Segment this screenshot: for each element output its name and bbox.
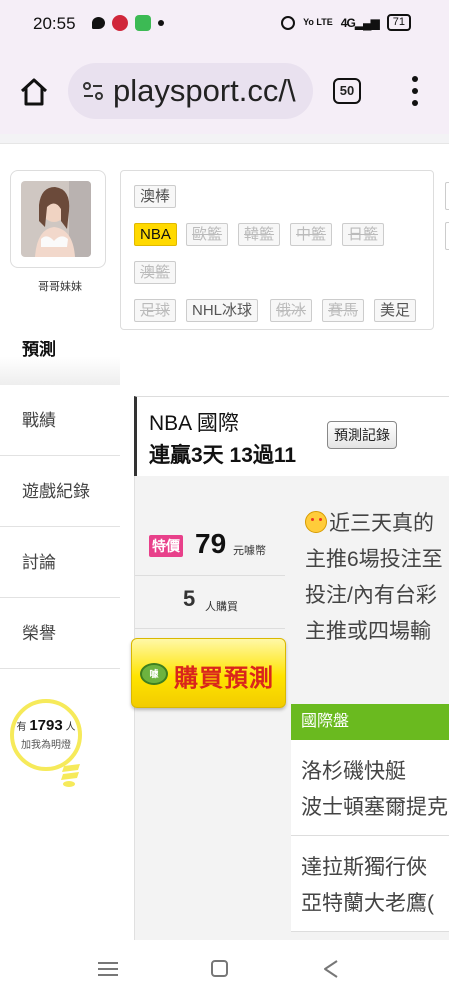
tab-switcher-button[interactable]: 50 bbox=[333, 78, 361, 104]
home-icon[interactable] bbox=[18, 76, 50, 108]
category-chip: 俄冰 bbox=[270, 299, 313, 322]
away-team: 波士頓塞爾提克 bbox=[301, 796, 448, 819]
description-line: 主推或四場輸 bbox=[305, 620, 431, 643]
browser-toolbar: playsport.cc/\ 50 bbox=[0, 50, 449, 134]
category-chip: 日籃 bbox=[342, 223, 385, 246]
fans-suffix: 人 bbox=[65, 722, 76, 733]
fans-count-line: 有 1793 人 bbox=[14, 717, 78, 734]
record-streak: 連贏3天 13過11 bbox=[149, 444, 297, 467]
notification-icons bbox=[92, 15, 164, 31]
prediction-description: 近三天真的 主推6場投注至 投注/內有台彩 主推或四場輸 bbox=[305, 506, 449, 650]
recent-apps-icon[interactable] bbox=[98, 962, 118, 976]
category-chip: 中籃 bbox=[290, 223, 333, 246]
url-text: playsport.cc/\ bbox=[113, 73, 296, 108]
side-nav-honors[interactable]: 榮譽 bbox=[0, 598, 120, 669]
prediction-history-button[interactable]: 預測記錄 bbox=[327, 421, 397, 449]
description-line: 主推6場投注至 bbox=[305, 548, 443, 571]
special-price-badge: 特價 bbox=[149, 535, 183, 557]
record-title: NBA 國際 bbox=[149, 412, 239, 435]
category-chip: 歐籃 bbox=[186, 223, 229, 246]
category-chip[interactable]: NHL冰球 bbox=[186, 299, 259, 322]
more-notifications-icon bbox=[158, 20, 164, 26]
profile-card[interactable] bbox=[10, 170, 106, 268]
side-nav-record[interactable]: 戰績 bbox=[0, 385, 120, 456]
home-team: 洛杉磯快艇 bbox=[301, 760, 406, 783]
price-value: 79 bbox=[195, 528, 227, 559]
fans-lightbulb[interactable]: 有 1793 人 加我為明燈 bbox=[10, 699, 82, 771]
prediction-content: 特價 79 元噱幣 5 人購買 噱 購買預測 近三天真的 主推6場投注至 投注/… bbox=[131, 476, 449, 940]
lightbulb-icon bbox=[61, 764, 80, 787]
fans-count: 1793 bbox=[29, 717, 63, 734]
buy-prediction-label: 購買預測 bbox=[174, 665, 274, 692]
avatar[interactable] bbox=[21, 181, 91, 257]
category-chip: 足球 bbox=[134, 299, 177, 322]
chat-icon bbox=[92, 17, 105, 29]
address-bar[interactable]: playsport.cc/\ bbox=[68, 63, 313, 119]
divider bbox=[135, 628, 285, 629]
web-page: 哥哥妹妹 預測 戰績 遊戲紀錄 討論 榮譽 有 1793 人 加我為明燈 澳棒 … bbox=[0, 134, 449, 940]
app-notification-icon bbox=[112, 15, 128, 31]
price-area: 特價 79 元噱幣 bbox=[135, 506, 285, 576]
overflow-menu-icon[interactable] bbox=[408, 76, 422, 106]
side-nav-discussion[interactable]: 討論 bbox=[0, 527, 120, 598]
record-header: NBA 國際 連贏3天 13過11 預測記錄 bbox=[134, 396, 449, 476]
buyers-unit: 人購買 bbox=[205, 601, 238, 613]
category-chip[interactable]: 美足 bbox=[374, 299, 417, 322]
status-right: Yo LTE 4G▂▄▆ 71 bbox=[281, 14, 411, 31]
category-chip: 賽馬 bbox=[322, 299, 365, 322]
page-top-strip bbox=[0, 134, 449, 144]
android-app-icon bbox=[135, 15, 151, 31]
system-navigation-bar bbox=[0, 940, 449, 1000]
description-line: 投注/內有台彩 bbox=[305, 584, 437, 607]
profile-name[interactable]: 哥哥妹妹 bbox=[0, 278, 120, 294]
star-struck-emoji-icon bbox=[305, 511, 327, 533]
volte-icon: Yo LTE bbox=[303, 17, 333, 27]
status-bar: 20:55 Yo LTE 4G▂▄▆ 71 bbox=[0, 0, 449, 50]
game-row[interactable]: 洛杉磯快艇 波士頓塞爾提克 bbox=[291, 740, 449, 836]
side-nav-predict[interactable]: 預測 bbox=[0, 314, 120, 385]
alarm-icon bbox=[281, 15, 296, 30]
home-square-icon[interactable] bbox=[211, 960, 228, 977]
signal-icon: 4G▂▄▆ bbox=[340, 15, 380, 30]
game-row[interactable]: 達拉斯獨行俠 亞特蘭大老鷹( bbox=[291, 836, 449, 932]
fans-caption: 加我為明燈 bbox=[21, 740, 71, 751]
home-team: 達拉斯獨行俠 bbox=[301, 856, 427, 879]
buy-prediction-button[interactable]: 噱 購買預測 bbox=[131, 638, 286, 708]
coin-icon: 噱 bbox=[140, 663, 168, 685]
buyers-count: 5 bbox=[183, 586, 196, 611]
game-list: 洛杉磯快艇 波士頓塞爾提克 達拉斯獨行俠 亞特蘭大老鷹( bbox=[291, 740, 449, 932]
category-box-edge bbox=[445, 222, 449, 250]
battery-icon: 71 bbox=[386, 14, 411, 31]
category-selector: 澳棒 NBA 歐籃 韓籃 中籃 日籃 澳籃 足球 NHL冰球 俄冰 賽馬 美足 bbox=[120, 170, 434, 330]
description-line: 近三天真的 bbox=[305, 506, 449, 542]
back-icon[interactable] bbox=[320, 958, 342, 980]
category-chip: 韓籃 bbox=[238, 223, 281, 246]
category-chip[interactable]: 澳棒 bbox=[134, 185, 177, 208]
side-nav: 預測 戰績 遊戲紀錄 討論 榮譽 bbox=[0, 314, 120, 669]
price-unit: 元噱幣 bbox=[233, 545, 266, 557]
site-settings-icon[interactable] bbox=[82, 80, 104, 102]
side-nav-game-history[interactable]: 遊戲紀錄 bbox=[0, 456, 120, 527]
status-time: 20:55 bbox=[33, 14, 76, 33]
league-header: 國際盤 bbox=[291, 704, 449, 740]
category-chip-active[interactable]: NBA bbox=[134, 223, 177, 246]
category-box-edge bbox=[445, 182, 449, 210]
network-type: 4G bbox=[340, 15, 356, 30]
description-text: 近三天真的 bbox=[329, 512, 434, 535]
category-chip: 澳籃 bbox=[134, 261, 177, 284]
away-team: 亞特蘭大老鷹( bbox=[301, 892, 434, 915]
fans-prefix: 有 bbox=[16, 722, 27, 733]
